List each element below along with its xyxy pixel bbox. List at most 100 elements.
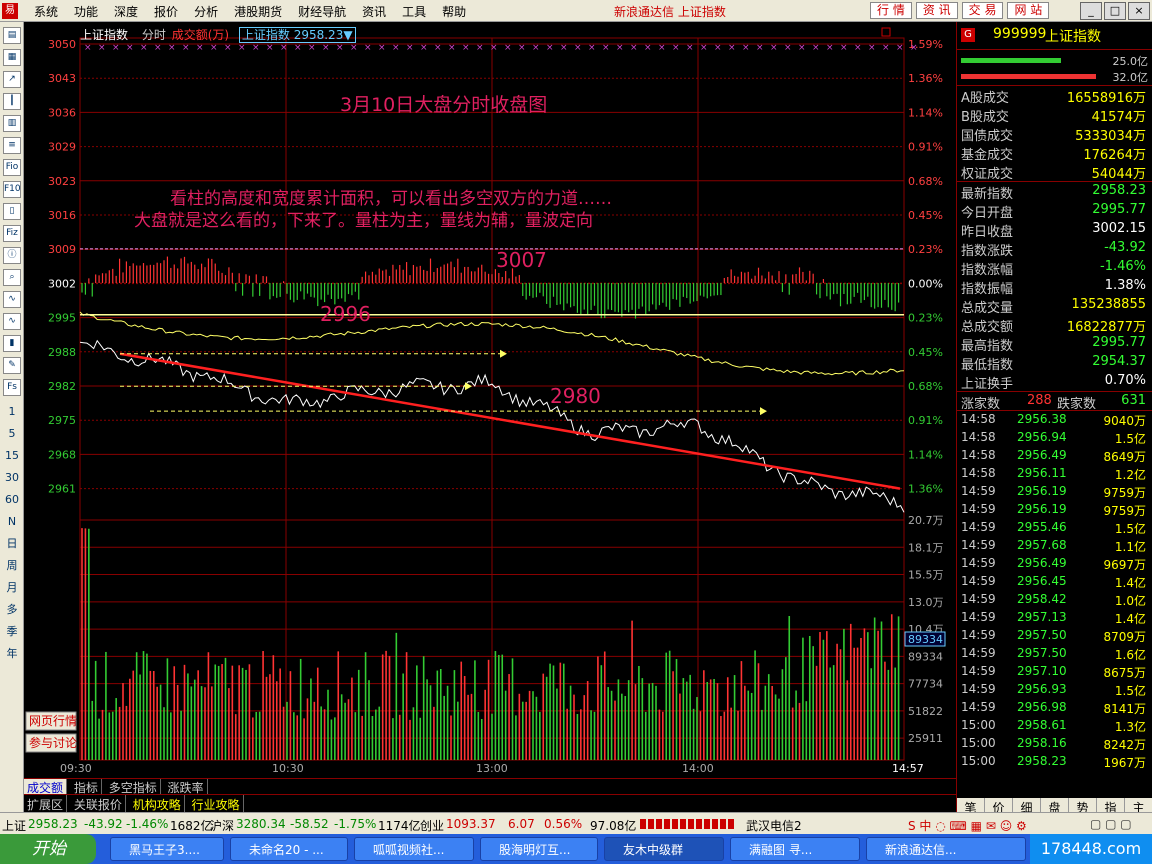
market-button[interactable]: 行 情 bbox=[870, 2, 912, 19]
tick-row: 14:58 2956.38 9040万 bbox=[957, 411, 1152, 429]
menu-item[interactable]: 功能 bbox=[66, 3, 106, 20]
menu-item[interactable]: 帮助 bbox=[434, 3, 474, 20]
taskbar-item[interactable]: 股海明灯互... bbox=[480, 837, 598, 861]
taskbar-item[interactable]: 呱呱视频社... bbox=[354, 837, 474, 861]
taskbar-item[interactable]: 友木中级群 bbox=[604, 837, 724, 861]
wave2-icon[interactable]: ∿ bbox=[3, 313, 21, 330]
period-week[interactable]: 周 bbox=[0, 555, 24, 577]
fs-icon[interactable]: Fs bbox=[3, 379, 21, 396]
period-60min[interactable]: 60 bbox=[0, 489, 24, 511]
period-month[interactable]: 月 bbox=[0, 577, 24, 599]
period-1min[interactable]: 1 bbox=[0, 401, 24, 423]
tick-price: 2956.93 bbox=[1017, 682, 1067, 696]
panel-row: 基金成交 176264万 bbox=[957, 143, 1152, 163]
taskbar-item[interactable]: 满融图 寻... bbox=[730, 837, 860, 861]
menu-item[interactable]: 分析 bbox=[186, 3, 226, 20]
doc-icon[interactable]: ▯ bbox=[3, 203, 21, 220]
panel-row: 指数涨跌 -43.92 bbox=[957, 239, 1152, 259]
period-multi[interactable]: 多 bbox=[0, 599, 24, 621]
decline-label: 跌家数 bbox=[1057, 397, 1097, 412]
signal-marker: × bbox=[224, 43, 232, 53]
panel-row: 昨日收盘 3002.15 bbox=[957, 220, 1152, 240]
grid-icon[interactable]: ▦ bbox=[3, 49, 21, 66]
tick-time: 15:00 bbox=[961, 736, 996, 750]
quote-list-icon[interactable]: ▤ bbox=[3, 27, 21, 44]
menu-item[interactable]: 深度 bbox=[106, 3, 146, 20]
tick-volume: 8649万 bbox=[1103, 450, 1146, 464]
kline-icon[interactable]: ┃ bbox=[3, 93, 21, 110]
signal-marker: × bbox=[756, 43, 764, 53]
taskbar-item[interactable]: 未命名20 - ... bbox=[230, 837, 348, 861]
pct-tick-label: 0.45% bbox=[908, 209, 943, 222]
cy-value: 1093.37 bbox=[446, 817, 496, 831]
ticker-text[interactable]: 武汉电信2 bbox=[746, 817, 802, 834]
maximize-button[interactable]: □ bbox=[1104, 2, 1126, 20]
period-30min[interactable]: 30 bbox=[0, 467, 24, 489]
menu-item[interactable]: 资讯 bbox=[354, 3, 394, 20]
period-quarter[interactable]: 季 bbox=[0, 621, 24, 643]
signal-marker: × bbox=[462, 43, 470, 53]
taskbar-item[interactable]: 新浪通达信... bbox=[866, 837, 1026, 861]
outflow-bar bbox=[961, 74, 1096, 79]
cy-pct: 0.56% bbox=[544, 817, 583, 831]
close-button[interactable]: × bbox=[1128, 2, 1150, 20]
tick-row: 14:59 2956.19 9759万 bbox=[957, 483, 1152, 501]
chart-header: 上证指数 分时 成交额(万) 上证指数 2958.23▼ bbox=[80, 26, 356, 43]
panel-row-label: 总成交额 bbox=[961, 320, 1014, 335]
pct-tick-label: 0.68% bbox=[908, 380, 943, 393]
menu-item[interactable]: 系统 bbox=[26, 3, 66, 20]
index-quotes: 最新指数 2958.23 今日开盘 2995.77 昨日收盘 3002.15 指数涨跌 -43… bbox=[957, 182, 1152, 392]
bars-icon[interactable]: ▮ bbox=[3, 335, 21, 352]
signal-marker: × bbox=[658, 43, 666, 53]
right-info-panel: G 999999 上证指数 25.0亿 32.0亿 A股成交 16558916万 B… bbox=[956, 22, 1152, 820]
period-5min[interactable]: 5 bbox=[0, 423, 24, 445]
search-icon[interactable]: ⌕ bbox=[3, 269, 21, 286]
inflow-label: 25.0亿 bbox=[1112, 55, 1149, 68]
pct-tick-label: 0.00% bbox=[908, 277, 943, 290]
table-icon[interactable]: ▥ bbox=[3, 115, 21, 132]
chart-index-badge[interactable]: 上证指数 2958.23▼ bbox=[238, 27, 356, 43]
signal-marker: × bbox=[826, 43, 834, 53]
tick-price: 2956.19 bbox=[1017, 484, 1067, 498]
line-chart-icon[interactable]: ↗ bbox=[3, 71, 21, 88]
menu-item[interactable]: 财经导航 bbox=[290, 3, 354, 20]
status-bar: 上证 2958.23 -43.92 -1.46% 1682亿 沪深 3280.3… bbox=[0, 812, 1152, 834]
tick-time: 14:59 bbox=[961, 538, 996, 552]
news-icon[interactable]: ≡ bbox=[3, 137, 21, 154]
period-n[interactable]: N bbox=[0, 511, 24, 533]
tick-row: 15:00 2958.23 1967万 bbox=[957, 753, 1152, 771]
wave-icon[interactable]: ∿ bbox=[3, 291, 21, 308]
menu-item[interactable]: 工具 bbox=[394, 3, 434, 20]
menu-item[interactable]: 报价 bbox=[146, 3, 186, 20]
panel-row-label: B股成交 bbox=[961, 110, 1009, 125]
tick-price: 2958.23 bbox=[1017, 754, 1067, 768]
tick-volume: 1.6亿 bbox=[1114, 648, 1146, 662]
tick-list[interactable]: 14:58 2956.38 9040万 14:58 2956.94 1.5亿 14:58 29… bbox=[957, 411, 1152, 771]
info-icon[interactable]: ⓘ bbox=[3, 247, 21, 264]
minimize-button[interactable]: _ bbox=[1080, 2, 1102, 20]
period-day[interactable]: 日 bbox=[0, 533, 24, 555]
period-year[interactable]: 年 bbox=[0, 643, 24, 665]
panel-row-value: 5333034万 bbox=[1075, 129, 1146, 144]
tick-price: 2957.10 bbox=[1017, 664, 1067, 678]
tick-price: 2956.94 bbox=[1017, 430, 1067, 444]
intraday-chart[interactable]: 3050 1.59% 3043 1.36% 3036 1.14% 3029 0.91% 3023… bbox=[24, 22, 956, 778]
stock-code: 999999 bbox=[993, 26, 1047, 42]
signal-marker: × bbox=[294, 43, 302, 53]
f10-icon[interactable]: Fio bbox=[3, 159, 21, 176]
start-button[interactable]: 开始 bbox=[0, 834, 96, 864]
menu-item[interactable]: 港股期货 bbox=[226, 3, 290, 20]
sh-label: 上证 bbox=[2, 819, 27, 833]
fiz-icon[interactable]: Fiz bbox=[3, 225, 21, 242]
trade-button[interactable]: 交 易 bbox=[961, 2, 1004, 19]
price-tick-label: 3016 bbox=[48, 209, 76, 222]
website-button[interactable]: 网 站 bbox=[1007, 2, 1050, 19]
taskbar-item-label: 友木中级群 bbox=[623, 843, 684, 857]
pct-tick-label: 0.68% bbox=[908, 175, 943, 188]
panel-row: 最新指数 2958.23 bbox=[957, 182, 1152, 202]
f10b-icon[interactable]: F10 bbox=[3, 181, 21, 198]
pen-icon[interactable]: ✎ bbox=[3, 357, 21, 374]
news-button[interactable]: 资 讯 bbox=[915, 2, 958, 19]
taskbar-item[interactable]: 黑马王子3.... bbox=[110, 837, 224, 861]
period-15min[interactable]: 15 bbox=[0, 445, 24, 467]
